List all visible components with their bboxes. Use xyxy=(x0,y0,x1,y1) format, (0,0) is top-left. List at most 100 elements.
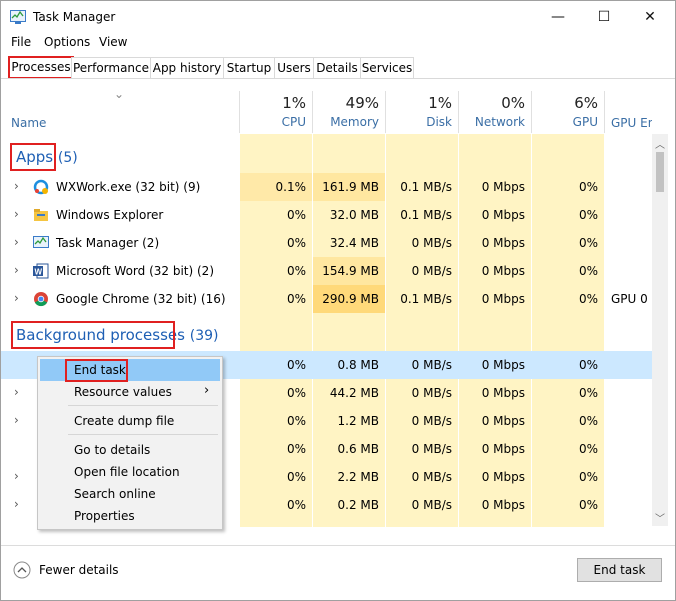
tab-performance[interactable]: Performance xyxy=(71,57,151,78)
folder-icon xyxy=(34,209,48,221)
sort-chevron-icon[interactable]: ⌄ xyxy=(114,87,124,101)
network-value: 0 Mbps xyxy=(481,442,525,456)
menu-properties[interactable]: Properties xyxy=(74,509,135,523)
column-header-memory[interactable]: Memory xyxy=(314,115,379,129)
scroll-down-icon[interactable]: ﹀ xyxy=(655,510,665,525)
expand-chevron-icon[interactable]: › xyxy=(14,385,19,399)
close-button[interactable]: ✕ xyxy=(627,1,673,33)
disk-value: 0 MB/s xyxy=(411,498,452,512)
cpu-value: 0.1% xyxy=(275,180,307,194)
minimize-icon: — xyxy=(551,9,565,25)
gpu-value: 0% xyxy=(578,442,598,456)
scroll-thumb[interactable] xyxy=(656,152,664,192)
column-header-gpu[interactable]: GPU xyxy=(533,115,598,129)
cpu-value: 0% xyxy=(286,358,306,372)
gpu-engine-value: GPU 0 - xyxy=(611,292,656,306)
tab-services[interactable]: Services xyxy=(360,57,414,78)
column-divider[interactable] xyxy=(239,91,240,133)
table-row[interactable]: › WXWork.exe (32 bit) (9) 0.1% 161.9 MB … xyxy=(1,173,652,201)
column-header-disk[interactable]: Disk xyxy=(387,115,452,129)
chrome-icon xyxy=(34,292,48,307)
memory-value: 0.2 MB xyxy=(337,498,379,512)
column-header-name[interactable]: Name xyxy=(11,116,46,130)
network-value: 0 Mbps xyxy=(481,236,525,250)
collapse-chevron-up-icon[interactable] xyxy=(13,561,31,579)
cpu-value: 0% xyxy=(286,498,306,512)
menu-separator xyxy=(68,405,218,406)
apps-group-count: (5) xyxy=(57,150,78,166)
end-task-button[interactable]: End task xyxy=(577,558,662,582)
table-row[interactable]: › Windows Explorer 0% 32.0 MB 0.1 MB/s 0… xyxy=(1,201,652,229)
memory-value: 32.0 MB xyxy=(329,208,379,222)
table-row[interactable]: › Task Manager (2) 0% 32.4 MB 0 MB/s 0 M… xyxy=(1,229,652,257)
table-row[interactable]: › Google Chrome (32 bit) (16) 0% 290.9 M… xyxy=(1,285,656,313)
disk-value: 0.1 MB/s xyxy=(400,180,452,194)
menu-open-file-location[interactable]: Open file location xyxy=(74,465,180,479)
menu-view[interactable]: View xyxy=(99,35,127,49)
task-manager-icon xyxy=(33,236,49,248)
expand-chevron-icon[interactable]: › xyxy=(14,263,19,277)
column-header-network[interactable]: Network xyxy=(460,115,525,129)
column-divider[interactable] xyxy=(531,91,532,133)
footer-divider xyxy=(1,545,675,546)
disk-value: 0 MB/s xyxy=(411,236,452,250)
cpu-value: 0% xyxy=(286,292,306,306)
expand-chevron-icon[interactable]: › xyxy=(14,413,19,427)
expand-chevron-icon[interactable]: › xyxy=(14,207,19,221)
cpu-value: 0% xyxy=(286,236,306,250)
menu-resource-values[interactable]: Resource values xyxy=(74,385,172,399)
memory-value: 44.2 MB xyxy=(329,386,379,400)
menu-search-online[interactable]: Search online xyxy=(74,487,156,501)
gpu-value: 0% xyxy=(578,414,598,428)
memory-total: 49% xyxy=(345,94,379,112)
tab-divider xyxy=(1,78,675,79)
maximize-button[interactable]: ☐ xyxy=(581,1,627,33)
memory-value: 0.6 MB xyxy=(337,442,379,456)
fewer-details-link[interactable]: Fewer details xyxy=(39,563,119,577)
expand-chevron-icon[interactable]: › xyxy=(14,469,19,483)
menu-go-to-details[interactable]: Go to details xyxy=(74,443,150,457)
table-row[interactable]: › W Microsoft Word (32 bit) (2) 0% 154.9… xyxy=(1,257,652,285)
column-divider[interactable] xyxy=(312,91,313,133)
menu-separator xyxy=(68,434,218,435)
menu-options[interactable]: Options xyxy=(44,35,90,49)
menu-end-task[interactable]: End task xyxy=(74,363,126,377)
column-header-gpu-engine[interactable]: GPU Engine xyxy=(611,116,652,130)
cpu-total: 1% xyxy=(282,94,306,112)
column-divider[interactable] xyxy=(385,91,386,133)
expand-chevron-icon[interactable]: › xyxy=(14,235,19,249)
scroll-up-icon[interactable]: ︿ xyxy=(655,136,665,151)
column-divider[interactable] xyxy=(458,91,459,133)
memory-value: 1.2 MB xyxy=(337,414,379,428)
title-bar[interactable]: Task Manager — ☐ ✕ xyxy=(1,1,675,33)
expand-chevron-icon[interactable]: › xyxy=(14,179,19,193)
tab-app-history[interactable]: App history xyxy=(150,57,224,78)
tab-startup[interactable]: Startup xyxy=(223,57,275,78)
network-value: 0 Mbps xyxy=(481,470,525,484)
disk-value: 0 MB/s xyxy=(411,470,452,484)
expand-chevron-icon[interactable]: › xyxy=(14,497,19,511)
network-value: 0 Mbps xyxy=(481,292,525,306)
tab-users[interactable]: Users xyxy=(274,57,314,78)
tab-details[interactable]: Details xyxy=(313,57,361,78)
vertical-scrollbar[interactable]: ︿ ﹀ xyxy=(652,134,668,526)
task-manager-icon xyxy=(10,10,26,24)
expand-chevron-icon[interactable]: › xyxy=(14,291,19,305)
column-divider[interactable] xyxy=(604,91,605,133)
gpu-value: 0% xyxy=(578,358,598,372)
menu-file[interactable]: File xyxy=(11,35,31,49)
svg-text:W: W xyxy=(35,268,43,277)
network-value: 0 Mbps xyxy=(481,498,525,512)
column-header-cpu[interactable]: CPU xyxy=(241,115,306,129)
memory-value: 154.9 MB xyxy=(322,264,379,278)
network-value: 0 Mbps xyxy=(481,180,525,194)
menu-create-dump-file[interactable]: Create dump file xyxy=(74,414,174,428)
gpu-value: 0% xyxy=(578,264,598,278)
memory-value: 161.9 MB xyxy=(322,180,379,194)
tab-processes[interactable]: Processes xyxy=(8,56,74,79)
minimize-button[interactable]: — xyxy=(535,1,581,33)
disk-value: 0 MB/s xyxy=(411,386,452,400)
cpu-value: 0% xyxy=(286,470,306,484)
cpu-value: 0% xyxy=(286,442,306,456)
gpu-value: 0% xyxy=(578,498,598,512)
